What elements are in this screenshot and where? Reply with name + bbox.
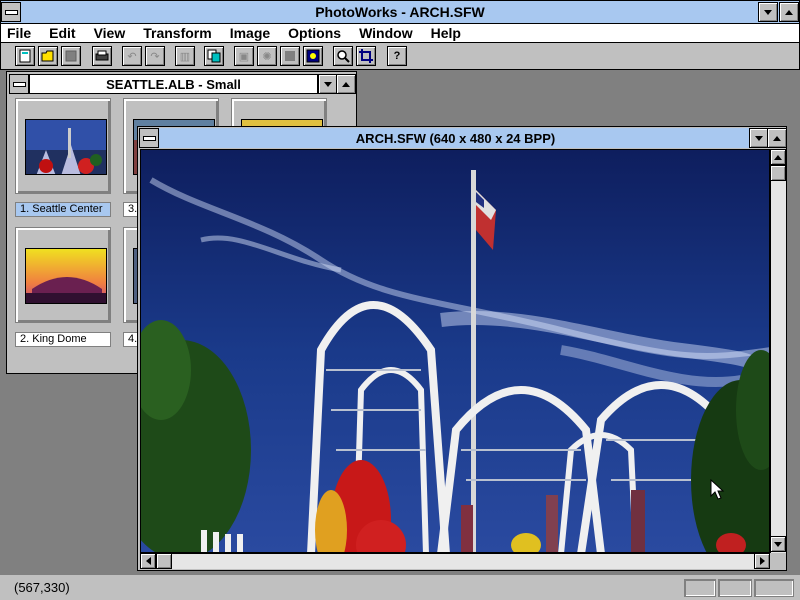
image-title-bar[interactable]: ARCH.SFW (640 x 480 x 24 BPP) (159, 128, 752, 148)
album-minimize-button[interactable] (318, 74, 338, 94)
scroll-down-button[interactable] (770, 536, 786, 552)
gray-block-icon (285, 51, 295, 61)
thumbnail-image (25, 248, 107, 304)
cursor-coordinates: (567,330) (14, 580, 70, 595)
crop-icon (359, 49, 373, 63)
maximize-icon (773, 135, 781, 141)
status-pane (684, 579, 716, 597)
frame-icon: ▣ (238, 50, 250, 63)
new-icon (19, 49, 31, 63)
toolbar: ↶ ↷ ▥ ▣ ✺ ? (0, 42, 800, 70)
image-window[interactable]: ARCH.SFW (640 x 480 x 24 BPP) (137, 126, 787, 571)
thumbnail-image (25, 119, 107, 175)
menu-help[interactable]: Help (431, 25, 461, 41)
image-system-menu-icon[interactable] (139, 128, 159, 148)
system-menu-icon[interactable] (1, 2, 21, 22)
save-icon (65, 50, 77, 62)
status-pane (718, 579, 752, 597)
minimize-icon (324, 81, 332, 87)
menu-file[interactable]: File (7, 25, 31, 41)
copy-button[interactable] (204, 46, 224, 66)
scroll-left-button[interactable] (140, 553, 156, 569)
album-maximize-button[interactable] (336, 74, 356, 94)
effects-icon: ✺ (262, 50, 272, 63)
picture-button[interactable] (303, 46, 323, 66)
arrow-right-icon (759, 557, 765, 565)
effects-button[interactable]: ✺ (257, 46, 277, 66)
open-folder-icon (41, 50, 54, 62)
thumbnail-label[interactable]: 1. Seattle Center (15, 202, 111, 217)
minimize-icon (755, 135, 763, 141)
vertical-scroll-thumb[interactable] (770, 165, 786, 181)
scroll-up-button[interactable] (770, 149, 786, 165)
gray-block-button[interactable] (280, 46, 300, 66)
album-title: SEATTLE.ALB - Small (106, 76, 241, 92)
menu-view[interactable]: View (94, 25, 126, 41)
photo-canvas[interactable] (140, 149, 770, 553)
scroll-right-button[interactable] (754, 553, 770, 569)
album-thumbnail[interactable] (15, 98, 111, 194)
status-bar: (567,330) (0, 574, 800, 600)
album-thumbnail[interactable] (15, 227, 111, 323)
vertical-scrollbar[interactable] (770, 149, 786, 553)
print-button[interactable] (92, 46, 112, 66)
image-minimize-button[interactable] (749, 128, 769, 148)
minimize-icon (764, 9, 772, 15)
print-icon (95, 50, 109, 61)
copy-icon (207, 49, 221, 63)
undo-button[interactable]: ↶ (122, 46, 142, 66)
arrow-up-icon (774, 154, 782, 160)
menu-options[interactable]: Options (288, 25, 341, 41)
menu-image[interactable]: Image (230, 25, 270, 41)
menu-window[interactable]: Window (359, 25, 413, 41)
histogram-button[interactable]: ▥ (175, 46, 195, 66)
minimize-button[interactable] (758, 2, 778, 22)
open-button[interactable] (38, 46, 58, 66)
album-system-menu-icon[interactable] (9, 74, 29, 94)
maximize-icon (785, 9, 793, 15)
image-window-title: ARCH.SFW (640 x 480 x 24 BPP) (355, 130, 556, 146)
color-picture-icon (306, 49, 320, 63)
menu-edit[interactable]: Edit (49, 25, 75, 41)
arch-photo (141, 150, 769, 552)
thumbnail-label[interactable]: 2. King Dome (15, 332, 111, 347)
horizontal-scroll-thumb[interactable] (156, 553, 172, 569)
menu-transform[interactable]: Transform (143, 25, 211, 41)
help-icon: ? (393, 50, 401, 62)
save-button[interactable] (61, 46, 81, 66)
arrow-left-icon (145, 557, 151, 565)
redo-icon: ↷ (150, 50, 160, 63)
album-title-bar[interactable]: SEATTLE.ALB - Small (29, 74, 318, 94)
zoom-button[interactable] (333, 46, 353, 66)
image-maximize-button[interactable] (767, 128, 787, 148)
frame-button[interactable]: ▣ (234, 46, 254, 66)
redo-button[interactable]: ↷ (145, 46, 165, 66)
crop-button[interactable] (356, 46, 376, 66)
maximize-button[interactable] (779, 2, 799, 22)
app-title-bar[interactable]: PhotoWorks - ARCH.SFW (0, 0, 800, 24)
new-button[interactable] (15, 46, 35, 66)
app-title: PhotoWorks - ARCH.SFW (315, 4, 485, 20)
zoom-icon (337, 50, 350, 63)
maximize-icon (342, 81, 350, 87)
histogram-icon: ▥ (179, 50, 191, 63)
help-button[interactable]: ? (387, 46, 407, 66)
status-pane (754, 579, 794, 597)
menu-bar: File Edit View Transform Image Options W… (0, 24, 800, 42)
horizontal-scrollbar[interactable] (140, 553, 770, 569)
undo-icon: ↶ (127, 50, 137, 63)
arrow-down-icon (774, 541, 782, 547)
